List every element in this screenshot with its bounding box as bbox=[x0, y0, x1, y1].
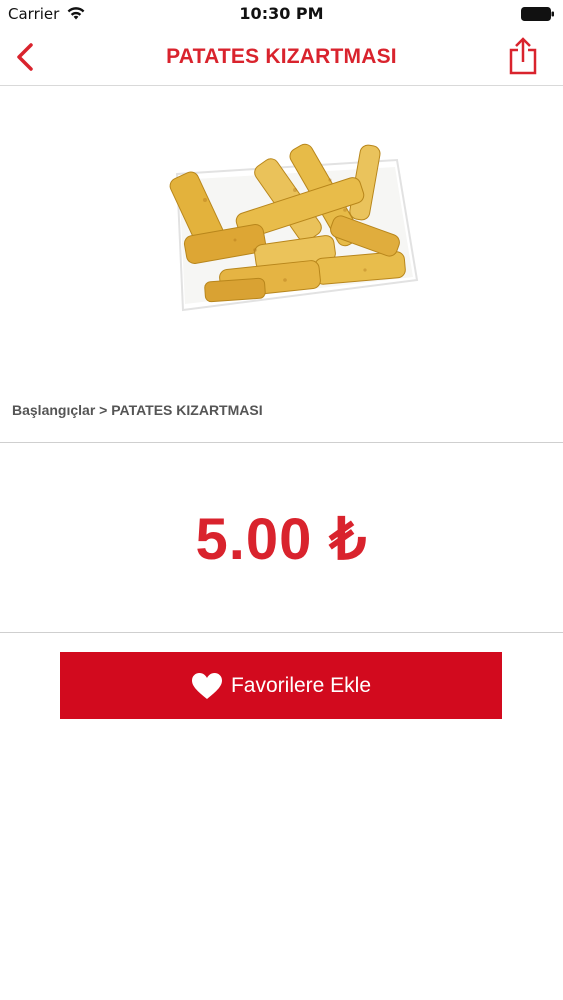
divider bbox=[0, 632, 563, 633]
share-icon[interactable] bbox=[507, 36, 539, 76]
navigation-bar: PATATES KIZARTMASI bbox=[0, 30, 563, 86]
battery-icon bbox=[521, 7, 554, 21]
breadcrumb: Başlangıçlar > PATATES KIZARTMASI bbox=[12, 402, 263, 418]
divider bbox=[0, 442, 563, 443]
status-bar: Carrier 10:30 PM bbox=[0, 0, 563, 30]
heart-icon bbox=[191, 672, 222, 699]
price-label: 5.00 ₺ bbox=[195, 507, 368, 572]
chevron-left-icon[interactable] bbox=[12, 40, 42, 74]
favorite-button-label: Favorilere Ekle bbox=[230, 673, 372, 697]
fries-image bbox=[169, 143, 419, 312]
status-time: 10:30 PM bbox=[239, 4, 324, 23]
add-to-favorites-button[interactable]: Favorilere Ekle bbox=[60, 652, 502, 719]
product-detail-screen: Carrier 10:30 PM PATATES KIZARTMASI Başl… bbox=[0, 0, 563, 1000]
page-title: PATATES KIZARTMASI bbox=[166, 45, 397, 68]
